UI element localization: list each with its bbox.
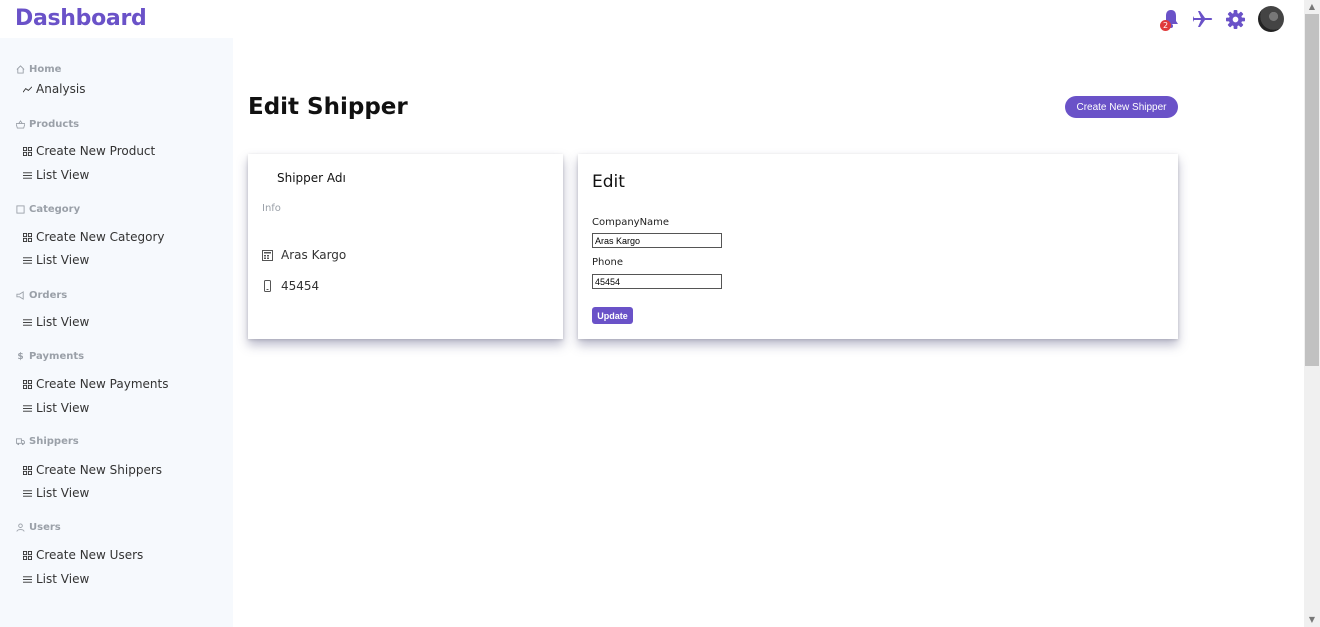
shipper-name-label: Shipper Adı bbox=[277, 171, 346, 185]
home-icon bbox=[16, 65, 25, 74]
sidebar-section-label: Orders bbox=[29, 290, 68, 301]
phone-value: 45454 bbox=[281, 279, 320, 293]
notification-badge: 2 bbox=[1160, 20, 1171, 31]
sidebar-section-home[interactable]: Home bbox=[16, 64, 61, 75]
sidebar-item-analysis[interactable]: Analysis bbox=[23, 82, 85, 96]
sidebar-item-orders-list-view[interactable]: List View bbox=[23, 315, 89, 329]
list-icon bbox=[23, 489, 32, 497]
sidebar-item-label: Analysis bbox=[36, 82, 86, 96]
basket-icon bbox=[16, 120, 25, 129]
grid-icon bbox=[23, 146, 32, 156]
phone-icon bbox=[264, 280, 271, 292]
phone-detail: 45454 bbox=[262, 279, 319, 293]
sidebar-section-label: Category bbox=[29, 204, 81, 215]
sidebar-item-category-list-view[interactable]: List View bbox=[23, 253, 89, 267]
shipper-info-card: Shipper Adı Info Aras Kargo 45454 bbox=[248, 154, 563, 339]
sidebar-section-category[interactable]: Category bbox=[16, 204, 80, 215]
phone-input[interactable] bbox=[592, 274, 722, 289]
phone-label: Phone bbox=[592, 257, 623, 268]
sidebar-section-label: Home bbox=[29, 64, 62, 75]
header-actions: 2 bbox=[1160, 6, 1284, 32]
sidebar-item-products-list-view[interactable]: List View bbox=[23, 168, 89, 182]
truck-icon bbox=[16, 438, 25, 446]
building-icon bbox=[262, 249, 273, 261]
sidebar-item-label: List View bbox=[36, 572, 90, 586]
list-icon bbox=[23, 404, 32, 412]
sidebar-section-orders[interactable]: Orders bbox=[16, 290, 67, 301]
sidebar-item-users-list-view[interactable]: List View bbox=[23, 572, 89, 586]
sidebar-item-create-new-payments[interactable]: Create New Payments bbox=[23, 377, 168, 391]
sidebar-section-label: Shippers bbox=[29, 436, 79, 447]
sidebar-item-create-new-category[interactable]: Create New Category bbox=[23, 230, 165, 244]
sidebar-item-shippers-list-view[interactable]: List View bbox=[23, 486, 89, 500]
sidebar: Home Analysis Products Create New Produc… bbox=[0, 38, 233, 627]
sidebar-item-label: Create New Category bbox=[36, 230, 165, 244]
sidebar-item-create-new-shippers[interactable]: Create New Shippers bbox=[23, 463, 162, 477]
sidebar-section-payments[interactable]: $ Payments bbox=[16, 351, 84, 362]
scroll-thumb[interactable] bbox=[1305, 14, 1319, 366]
company-detail: Aras Kargo bbox=[262, 248, 346, 262]
sidebar-item-label: Create New Payments bbox=[36, 377, 169, 391]
grid-icon bbox=[23, 465, 32, 475]
sidebar-section-label: Products bbox=[29, 119, 80, 130]
sidebar-item-label: Create New Users bbox=[36, 548, 144, 562]
sidebar-item-label: Create New Product bbox=[36, 144, 156, 158]
sidebar-item-label: Create New Shippers bbox=[36, 463, 163, 477]
notifications-button[interactable]: 2 bbox=[1160, 8, 1182, 31]
sidebar-section-shippers[interactable]: Shippers bbox=[16, 436, 79, 447]
vertical-scrollbar[interactable]: ▲ ▼ bbox=[1304, 0, 1320, 627]
grid-icon bbox=[23, 550, 32, 560]
company-value: Aras Kargo bbox=[281, 248, 347, 262]
edit-shipper-card: Edit CompanyName Phone Update bbox=[578, 154, 1178, 339]
trend-icon bbox=[23, 85, 32, 92]
scroll-up-arrow-icon[interactable]: ▲ bbox=[1304, 0, 1320, 14]
sidebar-item-label: List View bbox=[36, 168, 90, 182]
avatar[interactable] bbox=[1258, 6, 1284, 32]
user-icon bbox=[16, 523, 25, 532]
page-title: Edit Shipper bbox=[248, 94, 408, 120]
company-name-label: CompanyName bbox=[592, 217, 670, 228]
edit-title: Edit bbox=[592, 172, 625, 192]
sidebar-item-label: List View bbox=[36, 253, 90, 267]
gear-icon bbox=[1225, 9, 1245, 29]
sidebar-item-label: List View bbox=[36, 401, 90, 415]
megaphone-icon bbox=[16, 291, 24, 300]
info-label: Info bbox=[262, 203, 281, 214]
scroll-down-arrow-icon[interactable]: ▼ bbox=[1304, 613, 1320, 627]
settings-button[interactable] bbox=[1224, 8, 1246, 30]
list-icon bbox=[23, 256, 32, 264]
company-name-input[interactable] bbox=[592, 233, 722, 248]
sidebar-section-users[interactable]: Users bbox=[16, 522, 61, 533]
sidebar-section-label: Payments bbox=[29, 351, 85, 362]
list-icon bbox=[23, 171, 32, 179]
sidebar-item-label: List View bbox=[36, 315, 90, 329]
plane-icon bbox=[1193, 11, 1213, 27]
sidebar-item-create-new-users[interactable]: Create New Users bbox=[23, 548, 143, 562]
sidebar-section-products[interactable]: Products bbox=[16, 119, 79, 130]
flights-button[interactable] bbox=[1192, 8, 1214, 30]
grid-icon bbox=[23, 232, 32, 242]
grid-icon bbox=[23, 379, 32, 389]
sidebar-item-payments-list-view[interactable]: List View bbox=[23, 401, 89, 415]
update-button[interactable]: Update bbox=[592, 307, 633, 324]
sidebar-item-label: List View bbox=[36, 486, 90, 500]
sidebar-section-label: Users bbox=[29, 522, 61, 533]
brand-title[interactable]: Dashboard bbox=[15, 6, 147, 31]
list-icon bbox=[23, 318, 32, 326]
square-icon bbox=[16, 205, 25, 214]
list-icon bbox=[23, 575, 32, 583]
top-bar: Dashboard 2 bbox=[0, 0, 1304, 38]
create-new-shipper-button[interactable]: Create New Shipper bbox=[1065, 96, 1178, 118]
sidebar-item-create-new-product[interactable]: Create New Product bbox=[23, 144, 155, 158]
dollar-icon: $ bbox=[17, 351, 24, 362]
